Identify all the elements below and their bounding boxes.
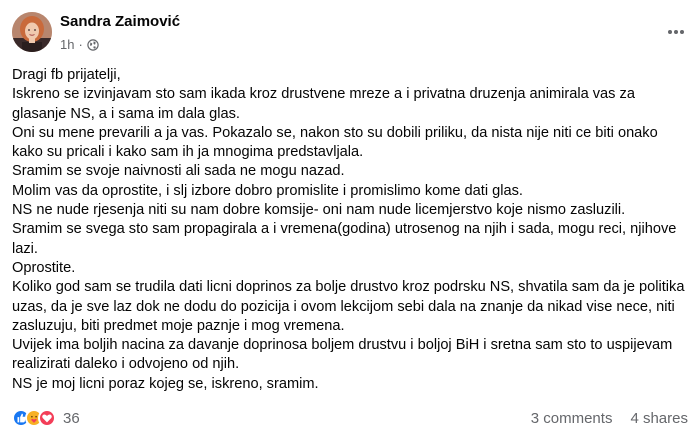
globe-icon[interactable]	[87, 38, 99, 51]
post-line: Molim vas da oprostite, i slj izbore dob…	[12, 182, 523, 199]
post-meta: 1h ·	[60, 37, 99, 52]
post-line: Oni su mene prevarili a ja vas. Pokazalo…	[12, 124, 658, 161]
facebook-post: Sandra Zaimović 1h · Dragi fb prijatelji…	[0, 0, 700, 439]
meta-separator: ·	[78, 37, 83, 52]
post-line: Koliko god sam se trudila dati licni dop…	[12, 279, 685, 334]
post-time[interactable]: 1h	[60, 37, 74, 52]
post-stats: 3 comments 4 shares	[531, 410, 688, 427]
comments-link[interactable]: 3 comments	[531, 410, 613, 427]
post-line: Iskreno se izvinjavam sto sam ikada kroz…	[12, 86, 635, 122]
avatar[interactable]	[12, 12, 52, 52]
profile-photo	[12, 12, 52, 52]
more-options-button[interactable]	[664, 22, 688, 42]
post-line: Sramim se svoje naivnosti ali sada ne mo…	[12, 163, 345, 180]
reactions-summary[interactable]: 36	[12, 409, 80, 427]
reaction-count[interactable]: 36	[63, 410, 80, 427]
post-body: Dragi fb prijatelji, Iskreno se izvinjav…	[12, 66, 690, 394]
post-line: Dragi fb prijatelji,	[12, 67, 121, 83]
post-line: Sramim se svega sto sam propagirala a i …	[12, 221, 677, 257]
shares-link[interactable]: 4 shares	[630, 410, 688, 427]
post-line: NS je moj licni poraz kojeg se, iskreno,…	[12, 375, 319, 392]
more-dots-icon	[668, 30, 684, 34]
post-line: Oprostite.	[12, 259, 76, 276]
post-footer: 36 3 comments 4 shares	[12, 407, 688, 429]
love-icon	[38, 409, 56, 427]
author-name[interactable]: Sandra Zaimović	[60, 13, 180, 30]
post-line: NS ne nude rjesenja niti su nam dobre ko…	[12, 202, 626, 219]
post-line: Uvijek ima boljih nacina za davanje dopr…	[12, 337, 673, 373]
